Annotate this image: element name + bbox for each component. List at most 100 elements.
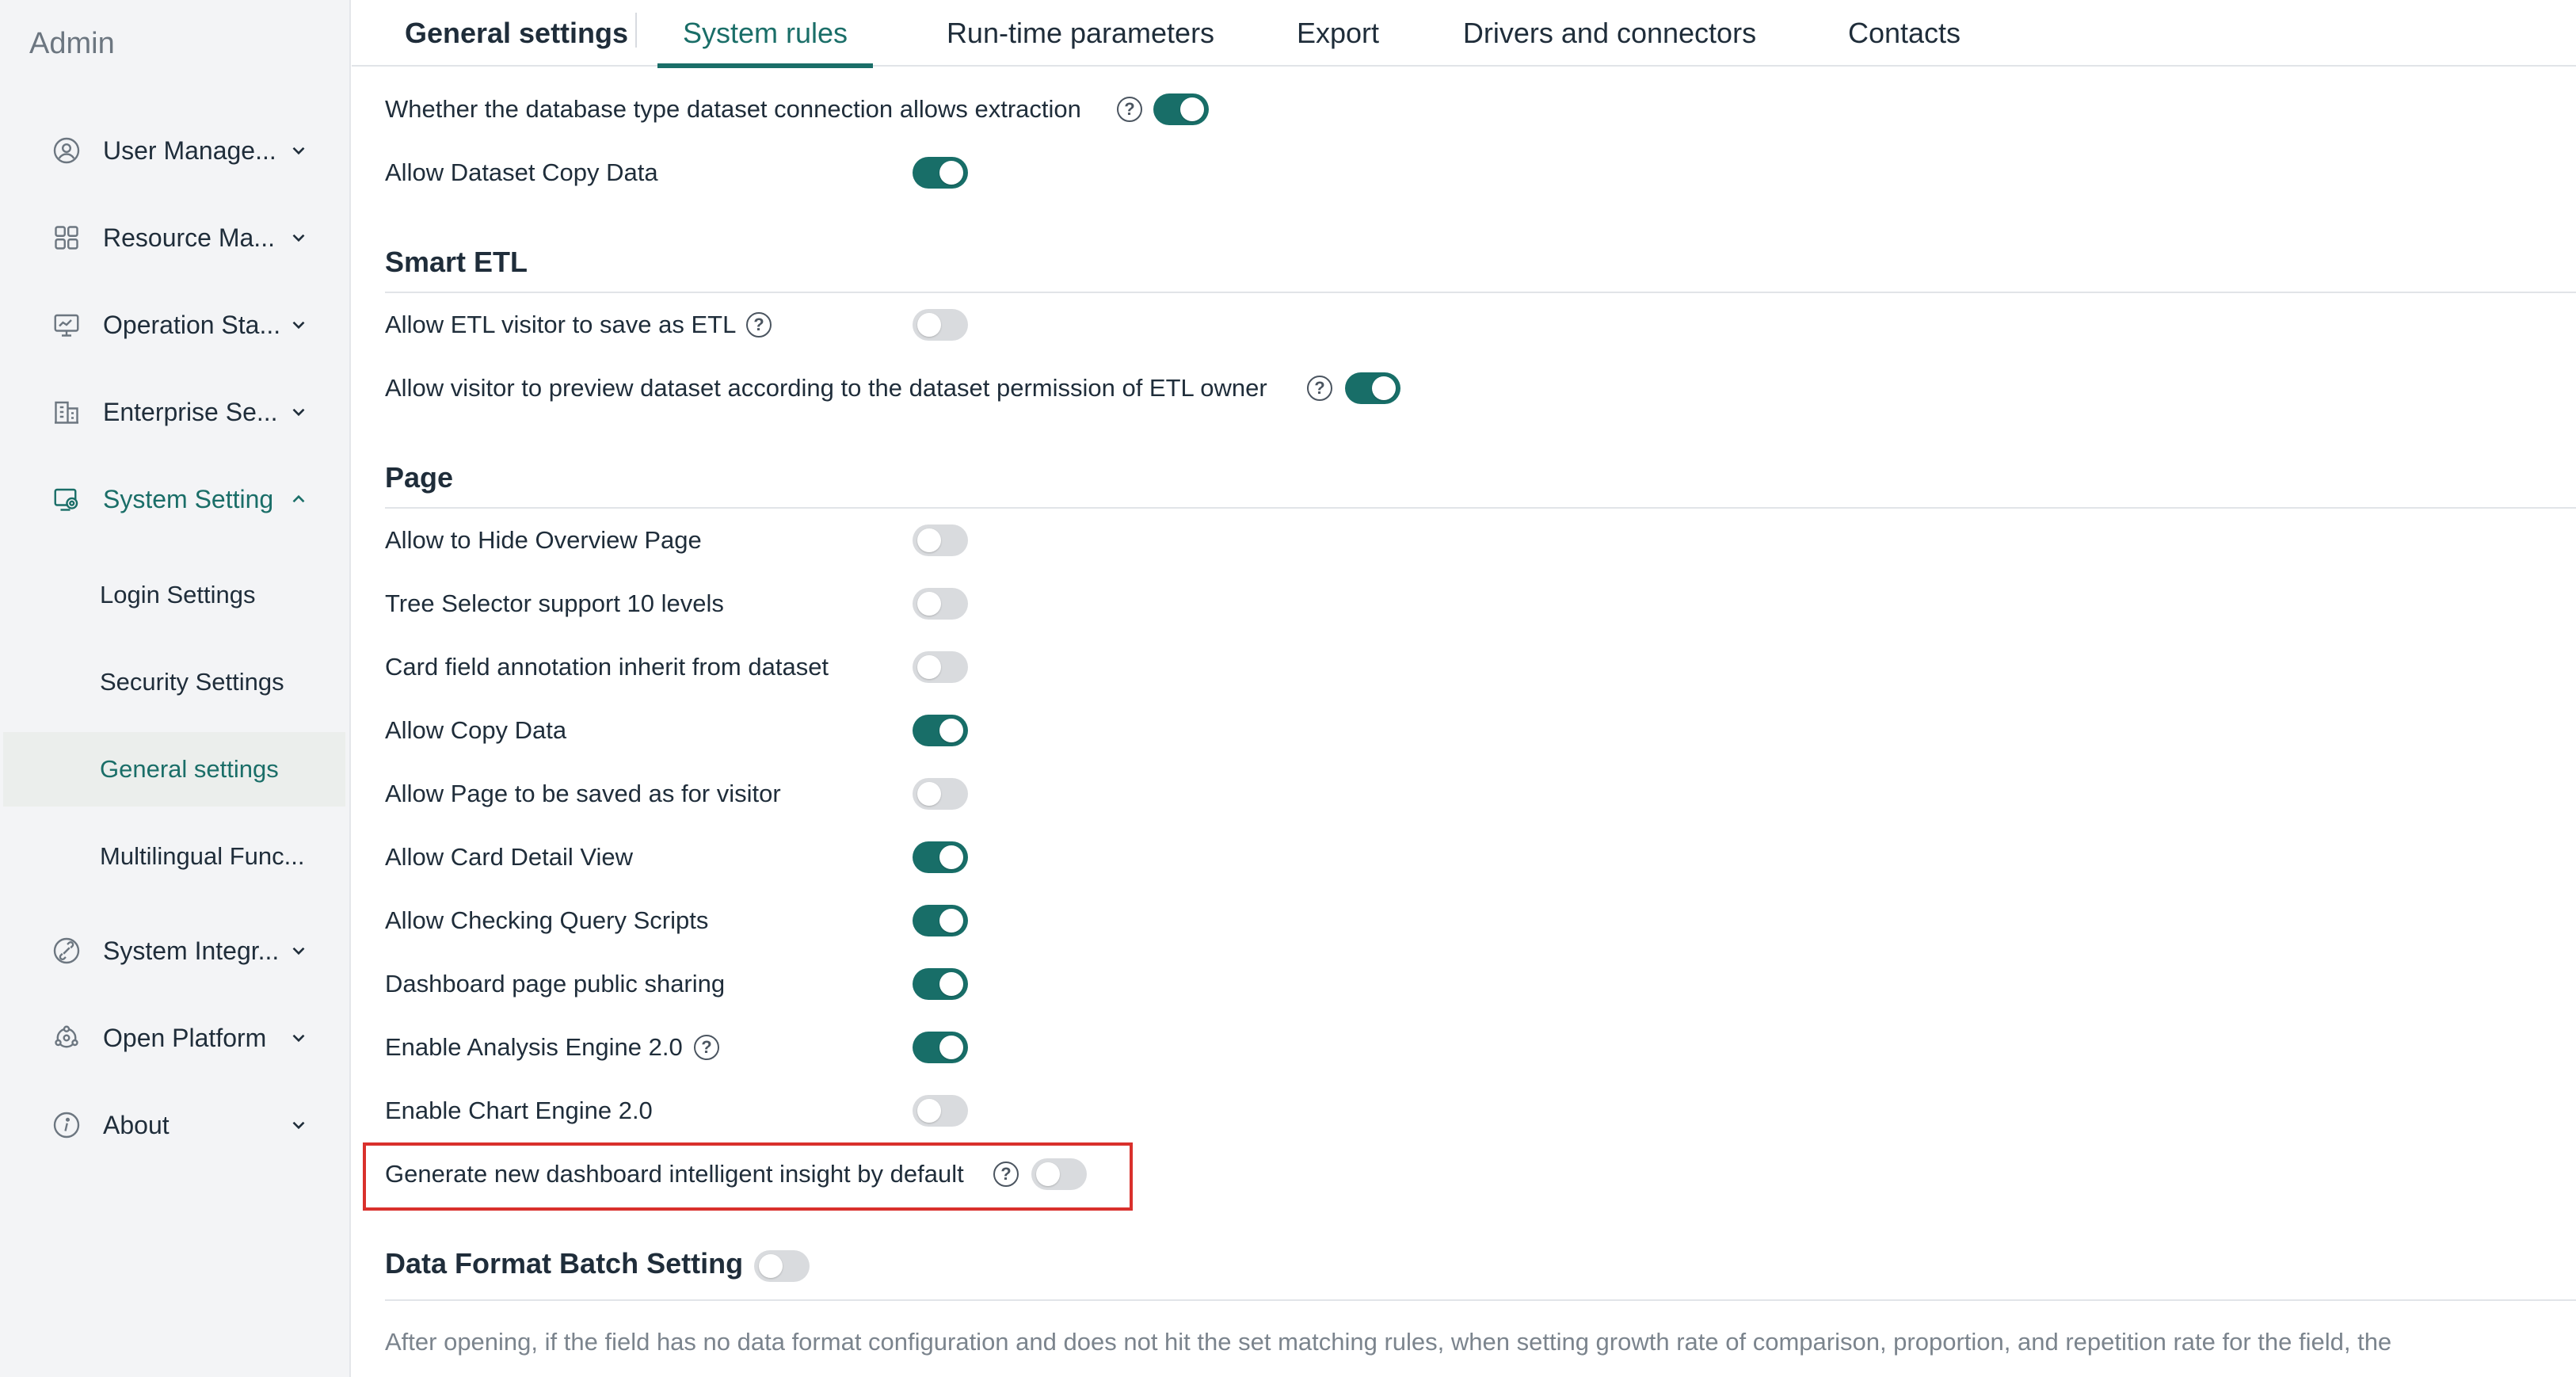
toggle-etl-preview[interactable]	[1345, 372, 1400, 404]
toggle-hide-overview[interactable]	[913, 524, 968, 556]
chevron-down-icon	[287, 226, 311, 250]
setting-label: Generate new dashboard intelligent insig…	[385, 1160, 964, 1188]
chevron-down-icon	[287, 400, 311, 424]
help-icon[interactable]: ?	[694, 1035, 719, 1060]
section-divider	[385, 292, 2576, 293]
sidebar-subitem-general-settings[interactable]: General settings	[3, 732, 345, 807]
toggle-chart-engine[interactable]	[913, 1095, 968, 1127]
sidebar-item-label: System Setting	[103, 484, 274, 513]
setting-label: Allow Copy Data	[385, 716, 567, 744]
section-divider	[385, 1299, 2576, 1301]
setting-label: Allow visitor to preview dataset accordi…	[385, 374, 1267, 402]
setting-label: Enable Chart Engine 2.0	[385, 1097, 653, 1124]
setting-row-hide-overview: Allow to Hide Overview Page	[385, 518, 987, 563]
setting-label: Allow Checking Query Scripts	[385, 906, 709, 934]
sidebar-item-user-management[interactable]: User Manage...	[0, 119, 349, 182]
sidebar-item-system-integration[interactable]: System Integr...	[0, 919, 349, 982]
sidebar-item-operation-statistics[interactable]: Operation Sta...	[0, 293, 349, 357]
toggle-intelligent-insight[interactable]	[1031, 1158, 1087, 1190]
sidebar-item-label: Resource Ma...	[103, 223, 275, 252]
setting-row-dataset-copy-data: Allow Dataset Copy Data	[385, 151, 987, 195]
integration-icon	[51, 935, 82, 967]
help-icon[interactable]: ?	[746, 312, 772, 338]
setting-row-etl-preview: Allow visitor to preview dataset accordi…	[385, 366, 1415, 410]
help-icon[interactable]: ?	[1117, 97, 1142, 122]
setting-label: Allow to Hide Overview Page	[385, 526, 702, 554]
toggle-dataset-copy-data[interactable]	[913, 157, 968, 189]
section-title-page: Page	[385, 461, 454, 494]
settings-tabs: General settings System rules Run-time p…	[352, 0, 2576, 68]
grid-icon	[51, 222, 82, 254]
info-icon	[51, 1109, 82, 1141]
setting-label: Tree Selector support 10 levels	[385, 589, 724, 617]
sidebar-item-label: User Manage...	[103, 135, 276, 165]
setting-row-analysis-engine: Enable Analysis Engine 2.0 ?	[385, 1025, 987, 1070]
setting-label: Allow ETL visitor to save as ETL	[385, 311, 737, 338]
tab-divider	[635, 13, 637, 48]
sidebar-subitem-security-settings[interactable]: Security Settings	[0, 645, 349, 719]
toggle-analysis-engine[interactable]	[913, 1032, 968, 1063]
brand-title: Admin	[29, 27, 115, 60]
setting-row-allow-copy-data: Allow Copy Data	[385, 708, 987, 753]
sidebar: Admin User Manage... Resource Ma... Oper…	[0, 0, 351, 1377]
chevron-down-icon	[287, 1026, 311, 1050]
tab-export[interactable]: Export	[1286, 0, 1389, 67]
toggle-query-scripts[interactable]	[913, 905, 968, 936]
building-icon	[51, 396, 82, 428]
setting-label: Dashboard page public sharing	[385, 970, 726, 997]
tab-run-time-parameters[interactable]: Run-time parameters	[922, 0, 1239, 67]
setting-label: Card field annotation inherit from datas…	[385, 653, 829, 681]
tab-general-settings[interactable]: General settings	[385, 0, 648, 67]
tab-contacts[interactable]: Contacts	[1841, 0, 1968, 67]
chevron-down-icon	[287, 313, 311, 337]
system-setting-icon	[51, 483, 82, 515]
sidebar-item-label: Open Platform	[103, 1023, 267, 1052]
chevron-up-icon	[287, 487, 311, 511]
chevron-down-icon	[287, 1113, 311, 1137]
sidebar-item-resource-management[interactable]: Resource Ma...	[0, 206, 349, 269]
toggle-allow-copy-data[interactable]	[913, 715, 968, 746]
setting-row-etl-save-as: Allow ETL visitor to save as ETL ?	[385, 303, 987, 347]
sidebar-item-label: Enterprise Se...	[103, 397, 278, 426]
setting-row-card-field-annotation: Card field annotation inherit from datas…	[385, 645, 987, 689]
setting-row-chart-engine: Enable Chart Engine 2.0	[385, 1089, 987, 1133]
setting-label: Allow Dataset Copy Data	[385, 158, 658, 186]
sidebar-subitem-multilingual[interactable]: Multilingual Func...	[0, 819, 349, 894]
toggle-page-save-as[interactable]	[913, 778, 968, 810]
sidebar-item-label: Operation Sta...	[103, 310, 281, 339]
toggle-card-detail-view[interactable]	[913, 841, 968, 873]
chevron-down-icon	[287, 139, 311, 162]
setting-row-dataset-extraction: Whether the database type dataset connec…	[385, 87, 1256, 132]
sidebar-item-open-platform[interactable]: Open Platform	[0, 1006, 349, 1070]
sidebar-item-about[interactable]: About	[0, 1093, 349, 1157]
sidebar-item-system-setting[interactable]: System Setting	[0, 467, 349, 531]
user-icon	[51, 135, 82, 166]
sidebar-subitem-login-settings[interactable]: Login Settings	[0, 558, 349, 632]
setting-label: Enable Analysis Engine 2.0	[385, 1033, 683, 1061]
sidebar-item-label: About	[103, 1110, 170, 1139]
setting-row-query-scripts: Allow Checking Query Scripts	[385, 898, 987, 943]
sidebar-item-enterprise-settings[interactable]: Enterprise Se...	[0, 380, 349, 444]
setting-row-card-detail-view: Allow Card Detail View	[385, 835, 987, 879]
setting-row-page-save-as: Allow Page to be saved as for visitor	[385, 772, 987, 816]
setting-label: Allow Page to be saved as for visitor	[385, 780, 781, 807]
platform-icon	[51, 1022, 82, 1054]
help-icon[interactable]: ?	[993, 1161, 1019, 1187]
setting-label: Allow Card Detail View	[385, 843, 633, 871]
tab-system-rules[interactable]: System rules	[657, 0, 873, 68]
toggle-tree-selector[interactable]	[913, 588, 968, 620]
setting-row-tree-selector: Tree Selector support 10 levels	[385, 582, 987, 626]
setting-row-intelligent-insight: Generate new dashboard intelligent insig…	[385, 1152, 1114, 1196]
help-icon[interactable]: ?	[1307, 376, 1332, 401]
toggle-data-format-batch[interactable]	[754, 1250, 810, 1282]
toggle-card-field-annotation[interactable]	[913, 651, 968, 683]
tab-drivers-and-connectors[interactable]: Drivers and connectors	[1450, 0, 1770, 67]
toggle-etl-save-as[interactable]	[913, 309, 968, 341]
section-title-smart-etl: Smart ETL	[385, 246, 528, 278]
toggle-public-sharing[interactable]	[913, 968, 968, 1000]
section-divider	[385, 507, 2576, 509]
toggle-dataset-extraction[interactable]	[1153, 93, 1209, 125]
setting-row-public-sharing: Dashboard page public sharing	[385, 962, 987, 1006]
monitor-icon	[51, 309, 82, 341]
sidebar-item-label: System Integr...	[103, 936, 280, 965]
